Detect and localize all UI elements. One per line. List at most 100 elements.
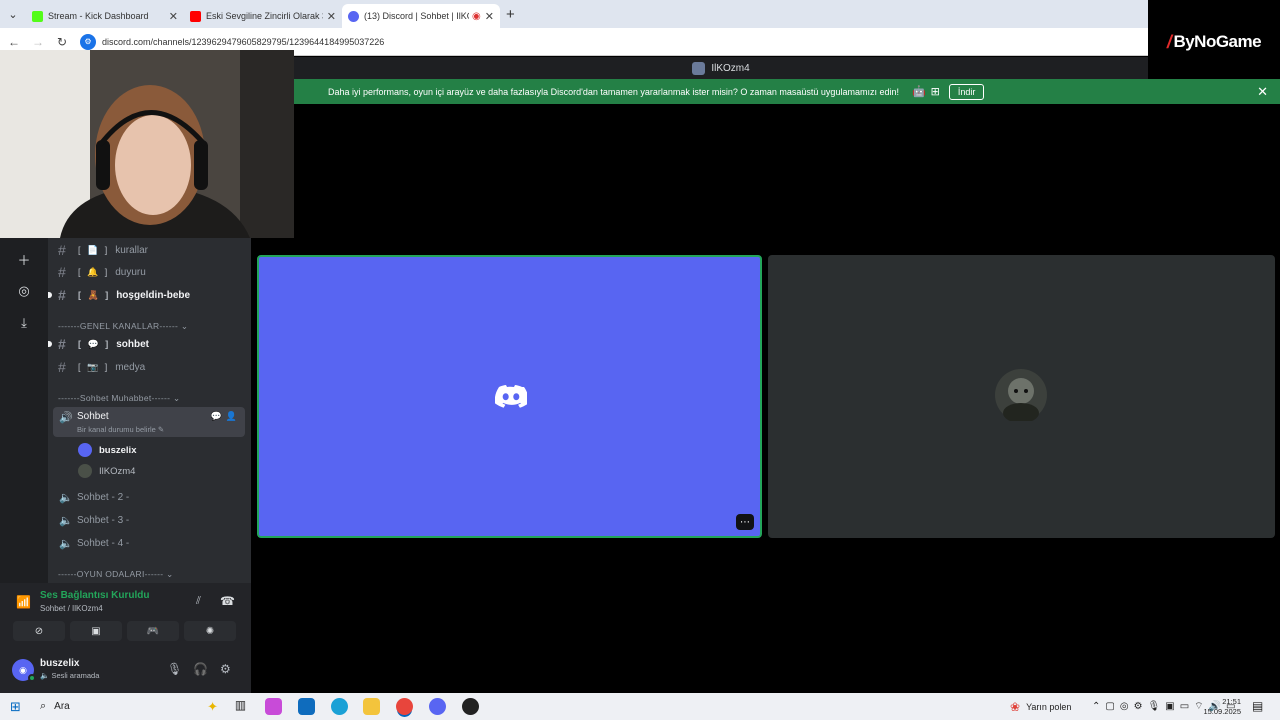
copilot-icon[interactable] (265, 698, 282, 715)
avatar (78, 443, 92, 457)
tab-search-icon[interactable]: ⌄ (0, 0, 26, 28)
text-channel-icon: # (58, 242, 66, 258)
site-info-icon[interactable]: ⚙ (80, 33, 96, 50)
discord-logo-icon: ◉ (19, 664, 27, 675)
add-server-icon[interactable]: ＋ (12, 247, 36, 271)
online-status-dot (28, 674, 36, 682)
tray-app-icon[interactable]: ◎ (1120, 701, 1129, 712)
voice-channel-sohbet-4[interactable]: 🔈 Sohbet - 4 - (53, 532, 245, 554)
download-icon[interactable]: ⤓ (12, 311, 36, 335)
participant-tile-buszelix[interactable]: ⋯ (257, 255, 762, 538)
edge-icon[interactable] (331, 698, 348, 715)
webcam-overlay (0, 50, 294, 238)
discord-taskbar-icon[interactable] (429, 698, 446, 715)
channel-medya[interactable]: # [ 📷 ] medya (48, 356, 251, 378)
tab-title: Eski Sevgiline Zincirli Olarak 30 (206, 11, 323, 21)
close-tab-icon[interactable]: ✕ (327, 10, 336, 23)
browser-tab-bar: ⌄ Stream - Kick Dashboard ✕ Eski Sevgili… (0, 0, 1148, 28)
voice-member-buszelix[interactable]: buszelix (78, 440, 137, 460)
activity-button[interactable]: 🎮 (127, 621, 179, 641)
microphone-icon[interactable]: 🎙 (1148, 701, 1161, 712)
tray-app-icon[interactable]: ▢ (1105, 701, 1114, 712)
stream-overlay-logo: / ByNoGame (1148, 0, 1280, 84)
chevron-down-icon: ⌄ (166, 569, 174, 579)
channel-duyuru[interactable]: # [ 🔔 ] duyuru (48, 261, 251, 283)
explore-icon[interactable]: ◎ (12, 279, 36, 303)
member-name: buszelix (99, 444, 137, 456)
download-banner: Daha iyi performans, oyun içi arayüz ve … (294, 79, 1280, 104)
forward-icon[interactable]: → (26, 35, 50, 49)
disconnect-icon[interactable]: ☎ (220, 594, 235, 608)
voice-channel-name: Sohbet - 2 - (77, 491, 130, 503)
voice-channel-name: Sohbet - 4 - (77, 537, 130, 549)
chevron-up-icon[interactable]: ⌃ (1092, 701, 1100, 712)
browser-tab-youtube[interactable]: Eski Sevgiline Zincirli Olarak 30 ✕ (184, 4, 342, 28)
browser-tab-kick[interactable]: Stream - Kick Dashboard ✕ (26, 4, 184, 28)
chevron-down-icon: ⌄ (172, 393, 181, 403)
close-tab-icon[interactable]: ✕ (485, 10, 494, 23)
outlook-icon[interactable] (298, 698, 315, 715)
tray-app-icon[interactable]: ⚙ (1134, 701, 1143, 712)
back-icon[interactable]: ← (2, 35, 26, 49)
android-icon: 🤖 (911, 86, 926, 98)
browser-tab-discord[interactable]: (13) Discord | Sohbet | IlKOz.. ◉ ✕ (342, 4, 500, 28)
username[interactable]: buszelix (40, 658, 79, 669)
category-genel[interactable]: -------GENEL KANALLAR------ ⌄ (58, 321, 188, 332)
download-button[interactable]: İndir (948, 83, 985, 100)
category-oyun-odalari[interactable]: ------OYUN ODALARI------ ⌄ (58, 569, 174, 580)
ellipsis-icon: ⋯ (740, 516, 750, 528)
windows-icon: ⊞ (930, 86, 940, 98)
gear-icon[interactable]: ⚙ (220, 662, 231, 676)
task-view-icon[interactable]: ▥ (232, 698, 249, 715)
weather-widget[interactable]: ❀ Yarın polen (1010, 693, 1071, 720)
chat-icon[interactable]: 💬 (211, 411, 226, 421)
search-icon: ⌕ (40, 700, 47, 712)
more-options-button[interactable]: ⋯ (736, 514, 754, 530)
windows-taskbar: ⊞ ⌕ Ara ✦ ▥ ❀ Yarın polen ⌃ ▢ ◎ ⚙ 🎙 ▣ ▭ … (0, 693, 1280, 720)
discord-logo-icon (495, 385, 527, 408)
invite-icon[interactable]: 👤 (226, 411, 241, 421)
chrome-icon[interactable] (396, 698, 413, 715)
screen-share-icon: ▣ (91, 625, 101, 637)
voice-status[interactable]: Ses Bağlantısı Kuruldu (40, 590, 149, 601)
camera-button[interactable]: ⊘ (13, 621, 65, 641)
voice-channel-name: Sohbet - 3 - (77, 514, 130, 526)
noise-suppression-icon[interactable]: ⫽ (196, 595, 201, 608)
voice-channel-sohbet-3[interactable]: 🔈 Sohbet - 3 - (53, 509, 245, 531)
clock[interactable]: 21:51 15.09.2025 (1203, 693, 1241, 720)
taskbar-search[interactable]: ⌕ Ara ✦ (32, 695, 222, 718)
close-tab-icon[interactable]: ✕ (169, 10, 178, 23)
soundboard-button[interactable]: ✺ (184, 621, 236, 641)
tray-app-icon[interactable]: ▭ (1180, 701, 1189, 712)
microphone-icon[interactable]: 🎙 (167, 662, 182, 676)
speaker-icon: 🔈 (59, 491, 73, 504)
channel-kurallar[interactable]: # [ 📄 ] kurallar (48, 239, 251, 261)
close-icon[interactable]: ✕ (1257, 84, 1268, 100)
logo-mark-icon: / (1166, 31, 1172, 52)
tab-title: Stream - Kick Dashboard (48, 11, 149, 21)
voice-member-ilkozm4[interactable]: IlKOzm4 (78, 461, 135, 481)
speaker-icon: 🔈 (59, 514, 73, 527)
channel-sohbet[interactable]: # [ 💬 ] sohbet (48, 333, 251, 355)
category-sohbet-muhabbet[interactable]: -------Sohbet Muhabbet------ ⌄ (58, 393, 180, 404)
tray-app-icon[interactable]: ▣ (1165, 701, 1174, 712)
channel-hosgeldin-bebe[interactable]: # [ 🧸 ] hoşgeldin-bebe (48, 284, 251, 306)
screen-share-button[interactable]: ▣ (70, 621, 122, 641)
kick-icon (32, 10, 43, 22)
channel-status[interactable]: Bir kanal durumu belirle ✎ (77, 425, 164, 434)
voice-location[interactable]: Sohbet / IlKOzm4 (40, 604, 103, 613)
reload-icon[interactable]: ↻ (50, 35, 74, 49)
voice-channel-sohbet-2[interactable]: 🔈 Sohbet - 2 - (53, 486, 245, 508)
file-explorer-icon[interactable] (363, 698, 380, 715)
headphones-icon[interactable]: 🎧 (193, 662, 208, 676)
voice-channel-sohbet[interactable]: 🔊 Sohbet Bir kanal durumu belirle ✎ 💬👤 (53, 407, 245, 437)
obs-icon[interactable] (462, 698, 479, 715)
new-tab-button[interactable]: + (506, 6, 515, 23)
channel-emoji: [ 💬 ] (78, 338, 111, 349)
participant-tile-ilkozm4[interactable] (768, 255, 1275, 538)
voice-activity-icon: 🔈 (40, 671, 50, 680)
text-channel-icon: # (58, 336, 66, 352)
notifications-icon[interactable]: ▤ (1252, 699, 1263, 713)
url-input[interactable]: discord.com/channels/1239629479605829795… (102, 37, 384, 47)
windows-start-icon[interactable]: ⊞ (10, 699, 21, 715)
